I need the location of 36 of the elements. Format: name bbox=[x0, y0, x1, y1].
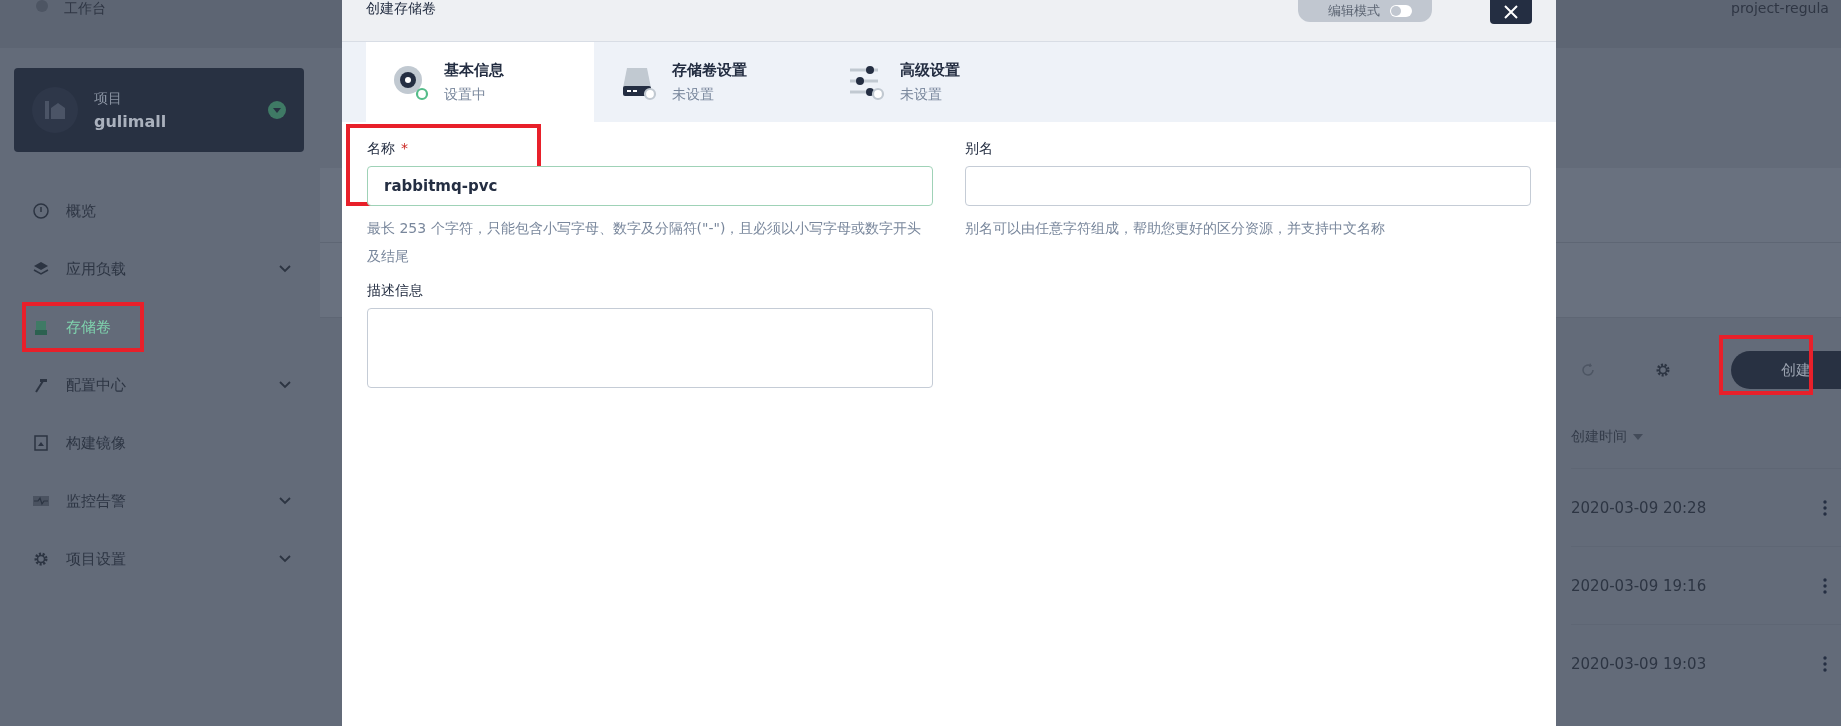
field-hint: 最长 253 个字符，只能包含小写字母、数字及分隔符("-")，且必须以小写字母或数字开头及结尾 bbox=[367, 219, 923, 266]
field-label: 描述信息 bbox=[367, 282, 424, 300]
building-icon bbox=[44, 101, 66, 119]
edit-mode-toggle[interactable]: 编辑模式 bbox=[1298, 0, 1432, 22]
gear-icon bbox=[32, 550, 50, 568]
dialog-title: 创建存储卷 bbox=[366, 0, 437, 16]
step-tab[interactable]: 基本信息 设置中 bbox=[366, 42, 594, 122]
field-label: 名称 * bbox=[367, 140, 409, 158]
more-icon[interactable] bbox=[1823, 655, 1827, 672]
disk-icon bbox=[32, 318, 50, 336]
description-field[interactable] bbox=[367, 308, 933, 388]
project-card[interactable]: 项目 gulimall bbox=[14, 68, 304, 152]
chevron-down-icon bbox=[278, 554, 292, 564]
chevron-down-icon bbox=[278, 380, 292, 390]
step-tab[interactable]: 存储卷设置 未设置 bbox=[594, 42, 822, 122]
field-hint: 别名可以由任意字符组成，帮助您更好的区分资源，并支持中文名称 bbox=[965, 219, 1386, 238]
project-name: gulimall bbox=[94, 111, 168, 131]
more-icon[interactable] bbox=[1823, 577, 1827, 594]
settings-icon[interactable] bbox=[1655, 362, 1671, 378]
project-label: 项目 bbox=[94, 89, 123, 108]
hammer-icon bbox=[32, 376, 50, 394]
layers-icon bbox=[32, 260, 50, 278]
field-label: 别名 bbox=[965, 140, 994, 158]
close-icon bbox=[1504, 5, 1518, 19]
dropdown-icon[interactable] bbox=[268, 101, 286, 119]
close-button[interactable] bbox=[1490, 0, 1532, 24]
create-button[interactable]: 创建 bbox=[1731, 351, 1841, 389]
chevron-down-icon bbox=[278, 264, 292, 274]
gauge-icon bbox=[32, 202, 50, 220]
chevron-down-icon bbox=[278, 496, 292, 506]
name-field[interactable]: rabbitmq-pvc bbox=[367, 166, 933, 206]
image-icon bbox=[32, 434, 50, 452]
step-tab[interactable]: 高级设置 未设置 bbox=[822, 42, 1050, 122]
more-icon[interactable] bbox=[1823, 499, 1827, 516]
sidebar-item[interactable]: 存储卷 bbox=[14, 298, 304, 356]
alias-field[interactable] bbox=[965, 166, 1531, 206]
